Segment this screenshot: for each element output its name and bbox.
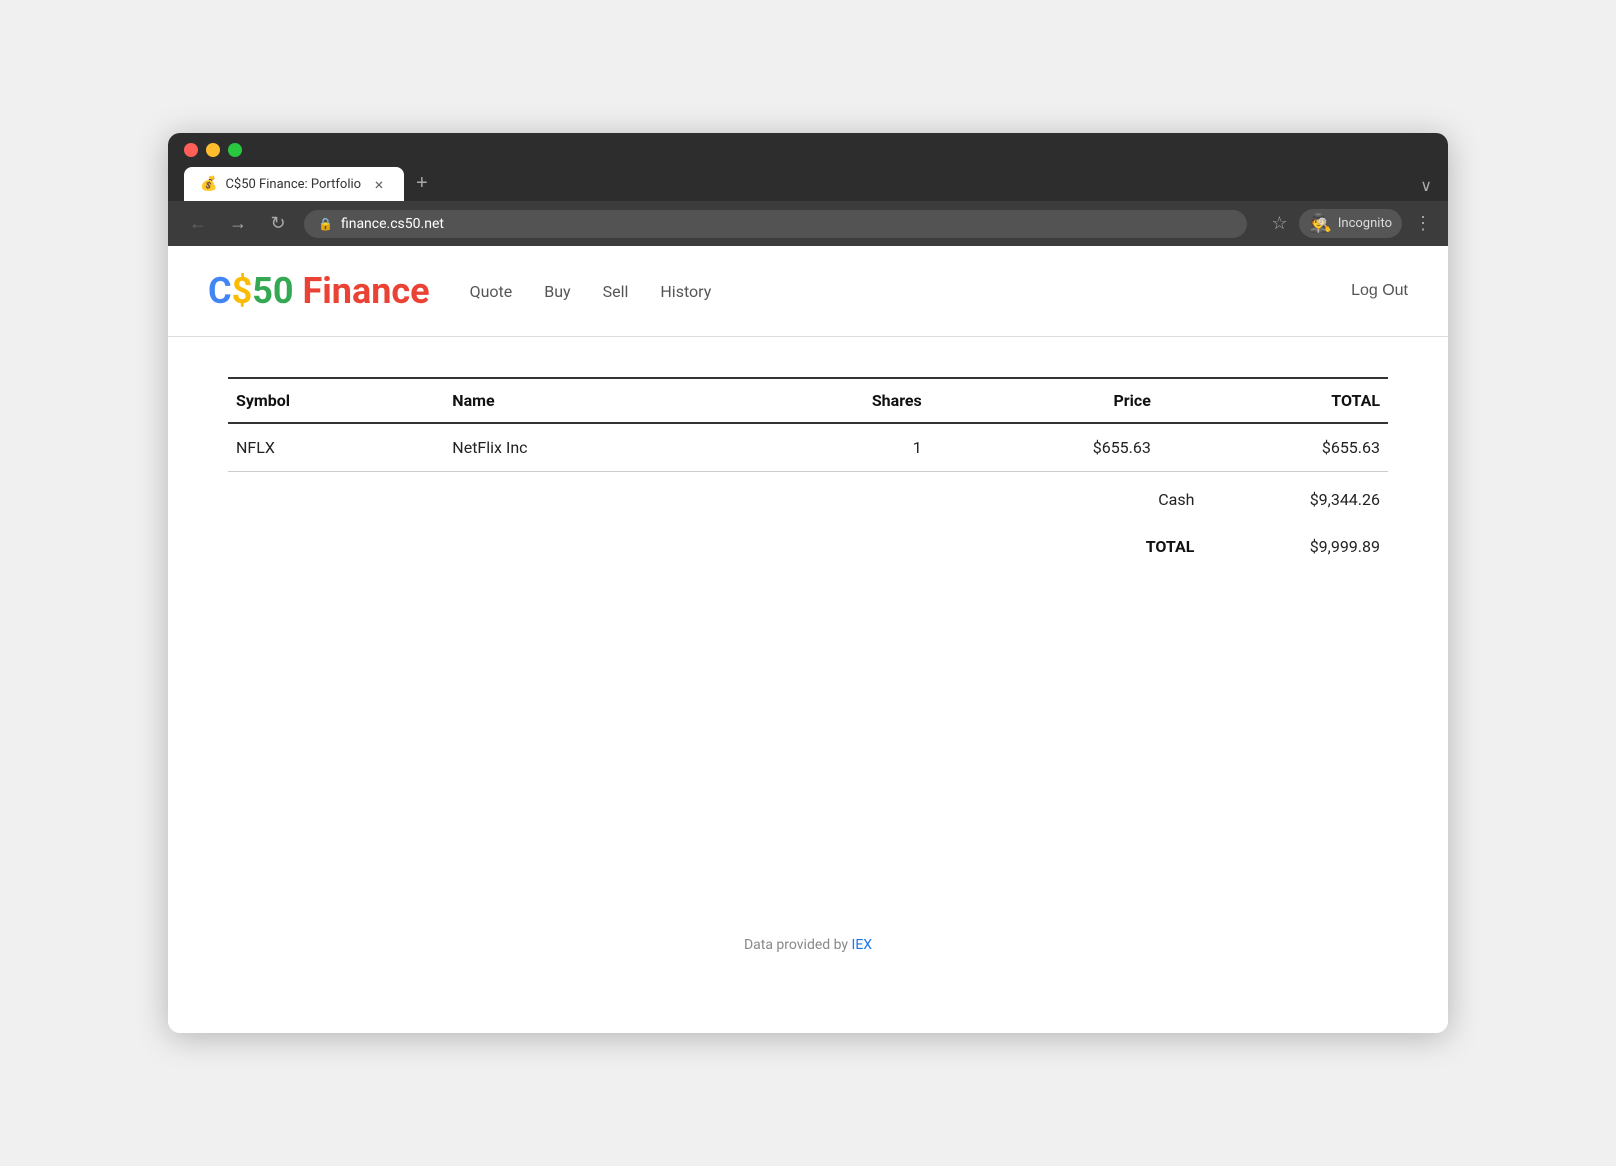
url-display: finance.cs50.net (341, 216, 444, 232)
traffic-light-close[interactable] (184, 143, 198, 157)
col-total: TOTAL (1159, 378, 1388, 423)
tab-title: C$50 Finance: Portfolio (225, 177, 362, 192)
site-logo: C$50 Finance (208, 270, 430, 312)
col-shares: Shares (726, 378, 930, 423)
nav-sell[interactable]: Sell (603, 282, 629, 301)
portfolio-area: Symbol Name Shares Price TOTAL NFLX NetF… (168, 337, 1448, 1033)
tab-expand-icon: ∨ (1420, 176, 1432, 195)
table-header-row: Symbol Name Shares Price TOTAL (228, 378, 1388, 423)
footer-text: Data provided by (744, 937, 852, 953)
incognito-badge: 🕵️ Incognito (1299, 209, 1402, 238)
nav-quote[interactable]: Quote (470, 282, 513, 301)
cash-label: Cash (1040, 476, 1202, 523)
site-header: C$50 Finance Quote Buy Sell History Log … (168, 246, 1448, 337)
traffic-light-maximize[interactable] (228, 143, 242, 157)
total-label: TOTAL (1040, 523, 1202, 570)
bookmark-button[interactable]: ☆ (1271, 213, 1287, 234)
footer: Data provided by IEX (228, 897, 1388, 993)
logo-c: C (208, 270, 232, 312)
nav-history[interactable]: History (660, 282, 711, 301)
traffic-light-minimize[interactable] (206, 143, 220, 157)
cash-row: Cash $9,344.26 (228, 476, 1388, 523)
cell-symbol: NFLX (228, 423, 444, 472)
logo-50: 50 (252, 270, 293, 312)
browser-tab[interactable]: 💰 C$50 Finance: Portfolio × (184, 167, 404, 201)
site-nav: Quote Buy Sell History (470, 282, 1351, 301)
iex-link[interactable]: IEX (852, 937, 873, 953)
logo-dollar: $ (232, 270, 253, 312)
summary-table: Cash $9,344.26 TOTAL $9,999.89 (228, 476, 1388, 570)
back-button[interactable]: ← (184, 210, 212, 238)
total-value: $9,999.89 (1202, 523, 1388, 570)
lock-icon: 🔒 (318, 217, 333, 231)
nav-buy[interactable]: Buy (544, 282, 570, 301)
logout-button[interactable]: Log Out (1351, 282, 1408, 300)
incognito-label: Incognito (1338, 216, 1392, 231)
tab-close-button[interactable]: × (370, 175, 388, 193)
menu-button[interactable]: ⋮ (1414, 213, 1432, 234)
incognito-icon: 🕵️ (1309, 213, 1331, 234)
address-bar[interactable]: 🔒 finance.cs50.net (304, 210, 1247, 238)
cell-total: $655.63 (1159, 423, 1388, 472)
col-name: Name (444, 378, 726, 423)
total-row: TOTAL $9,999.89 (228, 523, 1388, 570)
logo-finance: Finance (294, 270, 430, 312)
cell-price: $655.63 (930, 423, 1159, 472)
tab-favicon-icon: 💰 (200, 176, 217, 192)
cell-name: NetFlix Inc (444, 423, 726, 472)
table-row: NFLX NetFlix Inc 1 $655.63 $655.63 (228, 423, 1388, 472)
cash-value: $9,344.26 (1202, 476, 1388, 523)
cell-shares: 1 (726, 423, 930, 472)
reload-button[interactable]: ↻ (264, 210, 292, 238)
col-symbol: Symbol (228, 378, 444, 423)
forward-button[interactable]: → (224, 210, 252, 238)
col-price: Price (930, 378, 1159, 423)
portfolio-table: Symbol Name Shares Price TOTAL NFLX NetF… (228, 377, 1388, 472)
new-tab-button[interactable]: + (406, 168, 438, 199)
